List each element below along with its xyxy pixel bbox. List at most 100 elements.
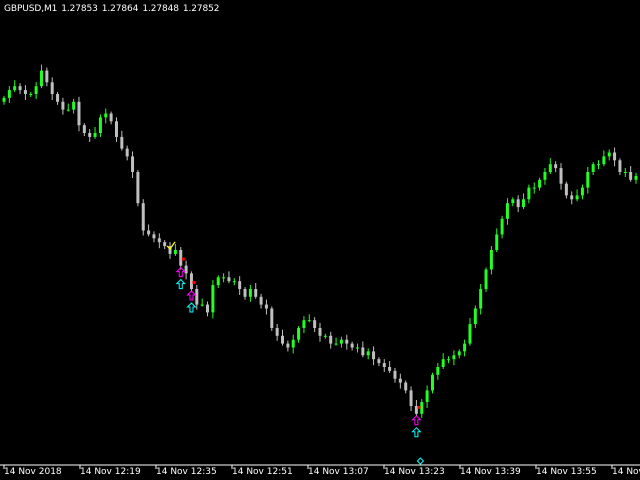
candle bbox=[275, 324, 279, 341]
candle-body bbox=[109, 113, 113, 122]
candle bbox=[548, 158, 552, 174]
candle-body bbox=[607, 152, 611, 157]
candle-body bbox=[430, 374, 434, 391]
candle-body bbox=[136, 172, 140, 204]
candle bbox=[580, 184, 584, 200]
price-low: 1.27848 bbox=[142, 4, 179, 14]
candle-body bbox=[2, 97, 6, 102]
candle bbox=[339, 336, 343, 348]
candle-body bbox=[447, 359, 451, 361]
candle bbox=[329, 331, 333, 349]
candle-body bbox=[270, 308, 274, 328]
price-open: 1.27853 bbox=[61, 4, 98, 14]
candles-layer bbox=[2, 64, 638, 418]
candle-body bbox=[602, 156, 606, 165]
candle bbox=[93, 127, 97, 139]
candle bbox=[457, 349, 461, 359]
candle bbox=[120, 130, 124, 151]
candle bbox=[109, 111, 113, 125]
candle-body bbox=[131, 156, 135, 172]
candle bbox=[382, 359, 386, 372]
chart-window[interactable]: GBPUSD,M1 1.27853 1.27864 1.27848 1.27852 14… bbox=[0, 0, 640, 480]
candle-body bbox=[522, 199, 526, 208]
candle-body bbox=[393, 370, 397, 379]
candle-body bbox=[452, 355, 456, 360]
candle-body bbox=[125, 148, 129, 157]
time-tick-label: 14 Nov 13:23 bbox=[384, 467, 445, 477]
candle bbox=[270, 306, 274, 331]
candle bbox=[7, 86, 11, 103]
time-tick-label: 14 Nov 2018 bbox=[4, 467, 62, 477]
candle-body bbox=[570, 195, 574, 200]
candle-body bbox=[243, 289, 247, 297]
candle bbox=[206, 301, 210, 317]
candle bbox=[2, 95, 6, 105]
candle bbox=[430, 372, 434, 394]
candle-body bbox=[104, 113, 108, 118]
candle-body bbox=[286, 343, 290, 348]
candle bbox=[141, 199, 145, 236]
candle bbox=[291, 334, 295, 354]
candle-body bbox=[141, 203, 145, 231]
candle-body bbox=[120, 136, 124, 149]
candle bbox=[238, 276, 242, 295]
price-high: 1.27864 bbox=[101, 4, 139, 14]
symbol-name: GBPUSD,M1 bbox=[4, 4, 58, 14]
candle bbox=[200, 298, 204, 307]
candle-body bbox=[420, 402, 424, 414]
candle-body bbox=[50, 82, 54, 94]
candle-body bbox=[232, 281, 236, 283]
candle-body bbox=[355, 347, 359, 349]
candle-body bbox=[345, 339, 349, 344]
price-chart[interactable] bbox=[0, 0, 640, 480]
price-close: 1.27852 bbox=[182, 4, 220, 14]
candle-body bbox=[114, 121, 118, 137]
candle bbox=[254, 283, 258, 299]
candle bbox=[473, 305, 477, 329]
candle bbox=[13, 80, 17, 93]
candle bbox=[61, 97, 65, 115]
candle-body bbox=[564, 183, 568, 196]
candle bbox=[538, 177, 542, 191]
candle bbox=[259, 293, 263, 309]
candle bbox=[286, 340, 290, 352]
candle bbox=[50, 77, 54, 100]
candle-body bbox=[559, 168, 563, 184]
candle-body bbox=[195, 289, 199, 305]
candle-body bbox=[473, 308, 477, 325]
candle-body bbox=[463, 343, 467, 352]
time-tick-label: 14 Nov 12:19 bbox=[80, 467, 141, 477]
candle bbox=[479, 284, 483, 315]
candle-body bbox=[350, 343, 354, 348]
candle-body bbox=[254, 289, 258, 297]
candle-body bbox=[339, 339, 343, 344]
candle bbox=[516, 195, 520, 213]
candle-body bbox=[302, 320, 306, 328]
candle bbox=[489, 246, 493, 275]
candle-body bbox=[200, 304, 204, 306]
candle bbox=[361, 341, 365, 358]
candle-body bbox=[82, 125, 86, 133]
candle-body bbox=[597, 164, 601, 166]
candle bbox=[45, 67, 49, 87]
candle-body bbox=[527, 187, 531, 200]
candle-body bbox=[361, 347, 365, 356]
candle bbox=[152, 231, 156, 243]
candle-body bbox=[318, 328, 322, 336]
candle bbox=[88, 129, 92, 142]
candle-body bbox=[216, 277, 220, 286]
candle-body bbox=[586, 172, 590, 188]
candle-body bbox=[29, 94, 33, 95]
candle-body bbox=[291, 339, 295, 348]
candle bbox=[297, 326, 301, 343]
candle-body bbox=[264, 304, 268, 309]
candle bbox=[629, 166, 633, 182]
candle-body bbox=[489, 250, 493, 270]
candle-body bbox=[511, 199, 515, 204]
candle-body bbox=[618, 160, 622, 172]
candle-body bbox=[377, 359, 381, 364]
candle-body bbox=[334, 343, 338, 345]
candle bbox=[157, 233, 161, 249]
candle-body bbox=[538, 179, 542, 188]
candle-body bbox=[152, 234, 156, 239]
